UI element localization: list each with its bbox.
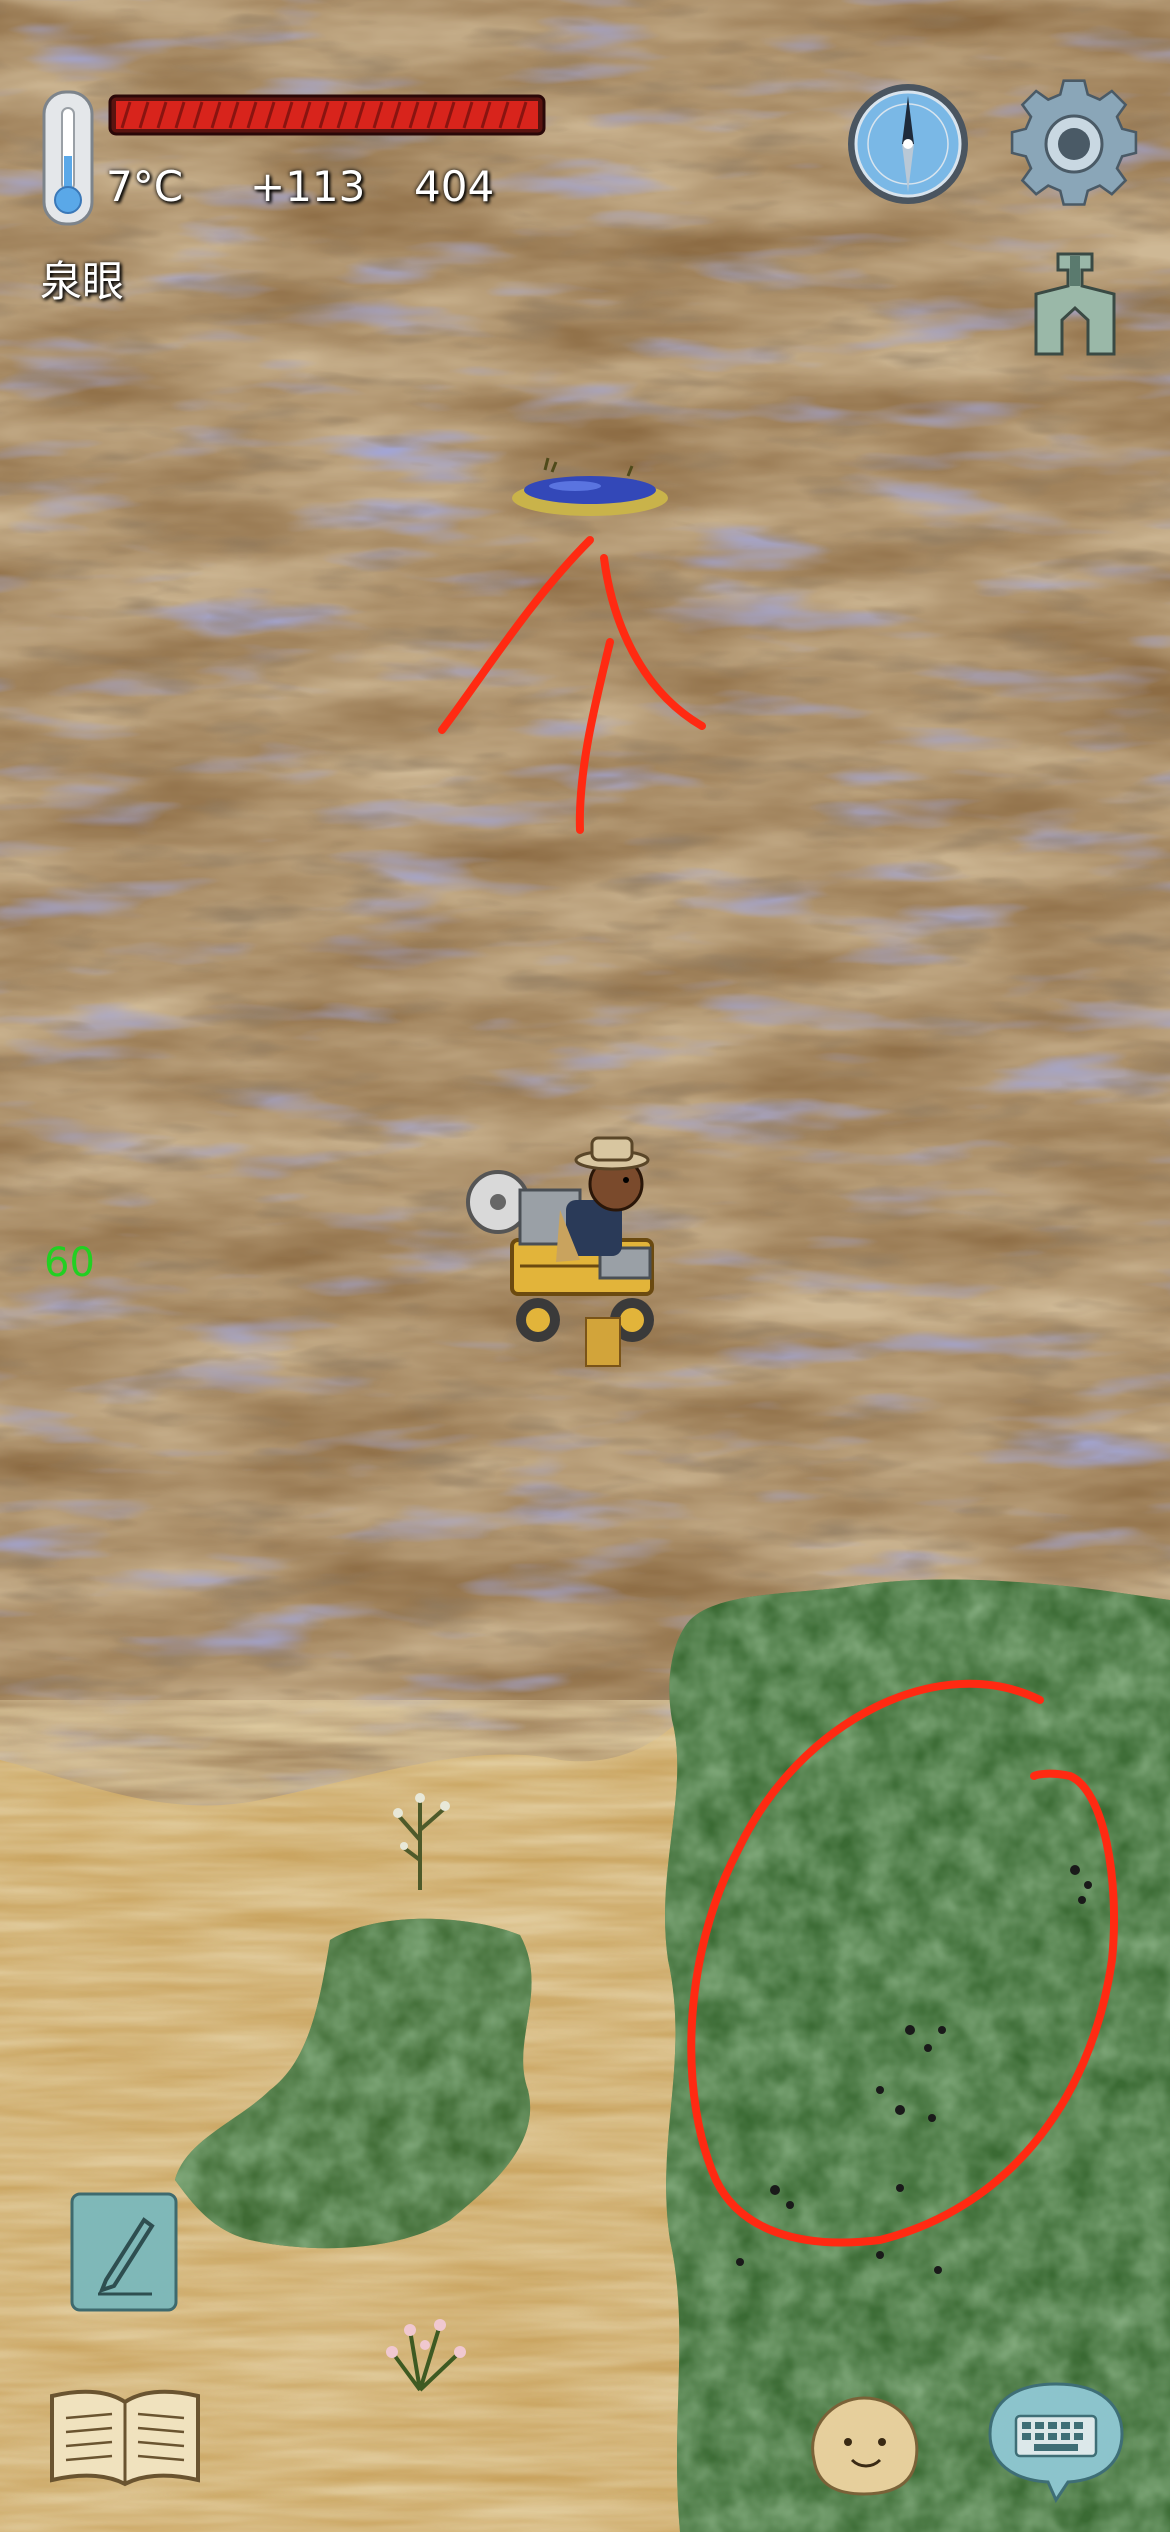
chat-button[interactable] [986, 2378, 1126, 2504]
recipe-book-button[interactable] [46, 2384, 204, 2488]
game-world[interactable] [0, 0, 1170, 2532]
compass-icon [848, 84, 968, 204]
settings-button[interactable] [1006, 76, 1142, 212]
open-book-icon [50, 2389, 200, 2487]
smiley-face-icon [811, 2396, 919, 2496]
keyboard-icon [988, 2382, 1124, 2504]
score-readout: 404 [414, 162, 495, 211]
fps-counter: 60 [44, 1240, 95, 1286]
gear-icon [1010, 79, 1138, 206]
location-label: 泉眼 [40, 257, 125, 306]
tech-tree-icon [1034, 252, 1116, 356]
tech-tree-button[interactable] [1030, 250, 1120, 360]
compass-button[interactable] [844, 80, 972, 208]
thermometer-icon [40, 90, 96, 226]
pencil-icon [70, 2192, 178, 2312]
note-button[interactable] [68, 2190, 180, 2314]
emote-button[interactable] [800, 2390, 928, 2500]
food-bonus-readout: +113 [250, 162, 366, 211]
health-bar [108, 92, 548, 138]
temperature-readout: 7°C [106, 162, 184, 211]
